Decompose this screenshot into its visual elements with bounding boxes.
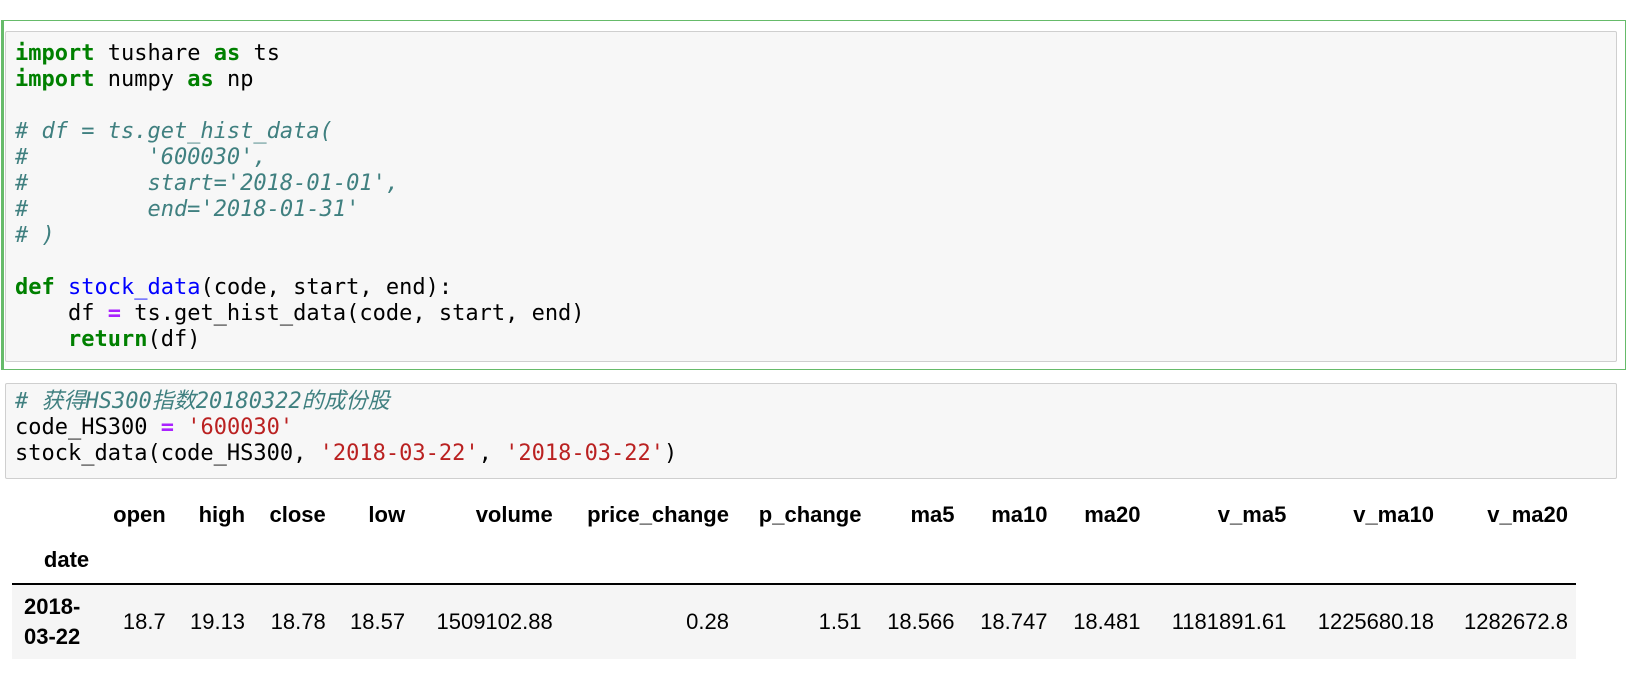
column-header-price_change: price_change	[587, 502, 729, 527]
column-header-volume: volume	[475, 502, 553, 527]
code-token: return	[67, 327, 148, 352]
table-body: 2018- 03-22 18.7 19.13 18.78 18.57 1509102.88 0…	[12, 584, 1576, 659]
cell-v_ma10: 1225680.18	[1317, 609, 1434, 634]
column-header-ma10: ma10	[991, 502, 1048, 527]
code-token: ts.get_hist_data(code, start, end)	[120, 301, 585, 326]
code-token: import	[15, 41, 95, 66]
index-header-spacer	[1294, 537, 1442, 584]
code-line: # 获得HS300指数20180322的成份股	[15, 389, 390, 414]
code-line: import tushare as ts	[15, 41, 280, 66]
code-line: # start='2018-01-01',	[15, 171, 399, 196]
code-token: import	[15, 67, 95, 92]
index-header-spacer	[253, 537, 334, 584]
column-header-ma20: ma20	[1084, 502, 1141, 527]
index-header-spacer	[737, 537, 870, 584]
code-token: code_HS300	[15, 415, 161, 440]
column-header-row: open high close low volume price_change p_chan…	[12, 493, 1576, 537]
cell-price_change: 0.28	[686, 609, 729, 634]
cell-close: 18.78	[270, 609, 326, 634]
column-header-close: close	[269, 502, 326, 527]
index-header-spacer	[97, 537, 174, 584]
code-token: df	[15, 301, 108, 326]
code-token: '2018-03-22'	[505, 441, 665, 466]
code-token: (df)	[147, 327, 201, 352]
cell-open: 18.7	[122, 609, 166, 634]
output-area: open high close low volume price_change p_chan…	[12, 493, 1576, 659]
cell-low: 18.57	[350, 609, 406, 634]
code-editor-2[interactable]: # 获得HS300指数20180322的成份股 code_HS300 = '60…	[15, 389, 677, 467]
cell-ma5: 18.566	[887, 609, 955, 634]
index-header-spacer	[962, 537, 1055, 584]
index-header-spacer	[1442, 537, 1576, 584]
code-line: # )	[15, 223, 55, 248]
index-header-spacer	[869, 537, 962, 584]
code-line: def stock_data(code, start, end):	[15, 275, 452, 300]
code-line: import numpy as np	[15, 67, 253, 92]
code-token: =	[160, 415, 174, 440]
code-token: # '600030',	[15, 145, 267, 170]
code-token: as	[187, 67, 214, 92]
code-line: return(df)	[15, 327, 200, 352]
cell-p_change: 1.51	[818, 609, 862, 634]
column-header-v_ma10: v_ma10	[1353, 502, 1434, 527]
code-token: tushare	[94, 41, 214, 66]
code-line: stock_data(code_HS300, '2018-03-22', '20…	[15, 441, 677, 466]
code-token: ,	[478, 441, 506, 466]
code-token: =	[107, 301, 121, 326]
cell-ma20: 18.481	[1073, 609, 1141, 634]
code-token: # start='2018-01-01',	[15, 171, 400, 196]
cell-volume: 1509102.88	[436, 609, 553, 634]
code-token: '2018-03-22'	[319, 441, 479, 466]
code-cell-1[interactable]: import tushare as ts import numpy as np …	[5, 31, 1617, 362]
table-row: 2018- 03-22 18.7 19.13 18.78 18.57 1509102.88 0…	[12, 584, 1576, 659]
index-header-spacer	[174, 537, 253, 584]
code-token: numpy	[94, 67, 188, 92]
dataframe-table: open high close low volume price_change p_chan…	[12, 493, 1576, 659]
code-line: # end='2018-01-31'	[15, 197, 359, 222]
index-header-row: date	[12, 537, 1576, 584]
cell-v_ma5: 1181891.61	[1171, 609, 1287, 634]
code-token: def	[15, 275, 55, 300]
column-header-v_ma5: v_ma5	[1217, 502, 1287, 527]
code-token: (code, start, end):	[200, 275, 453, 300]
index-header-spacer	[561, 537, 737, 584]
code-token: np	[213, 67, 254, 92]
code-token: '600030'	[187, 415, 294, 440]
cell-ma10: 18.747	[980, 609, 1048, 634]
code-token: # end='2018-01-31'	[15, 197, 360, 222]
column-header-p_change: p_change	[758, 502, 862, 527]
code-line: df = ts.get_hist_data(code, start, end)	[15, 301, 585, 326]
code-token: )	[664, 441, 678, 466]
code-line: # df = ts.get_hist_data(	[15, 119, 333, 144]
column-header-high: high	[198, 502, 246, 527]
index-header-spacer	[1148, 537, 1294, 584]
code-token: ts	[240, 41, 280, 66]
code-line: # '600030',	[15, 145, 267, 170]
code-cell-2[interactable]: # 获得HS300指数20180322的成份股 code_HS300 = '60…	[5, 383, 1617, 479]
corner-cell	[12, 493, 97, 537]
column-header-v_ma20: v_ma20	[1487, 502, 1568, 527]
code-token: as	[213, 41, 241, 66]
index-header-spacer	[413, 537, 561, 584]
row-index: 2018- 03-22	[24, 594, 81, 649]
column-header-ma5: ma5	[910, 502, 955, 527]
code-token: # 获得HS300指数20180322的成份股	[15, 389, 390, 414]
code-line: code_HS300 = '600030'	[15, 415, 293, 440]
column-header-open: open	[113, 502, 166, 527]
index-header-spacer	[334, 537, 413, 584]
index-name: date	[43, 547, 90, 572]
code-editor-1[interactable]: import tushare as ts import numpy as np …	[15, 41, 585, 353]
code-token: # df = ts.get_hist_data(	[15, 119, 333, 144]
cell-v_ma20: 1282672.8	[1464, 609, 1568, 634]
index-header-spacer	[1055, 537, 1148, 584]
cell-high: 19.13	[189, 609, 246, 634]
code-token: # )	[15, 223, 55, 248]
code-token: stock_data	[68, 275, 201, 300]
column-header-low: low	[368, 502, 406, 527]
code-token: stock_data(code_HS300,	[15, 441, 320, 466]
